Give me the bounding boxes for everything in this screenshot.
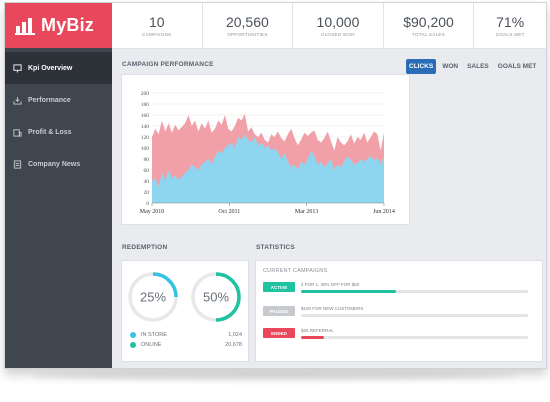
stat-closed-won: 10,000 CLOSED WON	[293, 3, 384, 48]
stat-goals-met: 71% GOALS MET	[474, 3, 546, 48]
stat-value: 20,560	[225, 14, 269, 30]
tab-goals-met[interactable]: GOALS MET	[495, 59, 540, 74]
x-tick-label: Mar 2013	[295, 209, 319, 215]
y-tick-label: 140	[141, 124, 150, 130]
progress-fill	[301, 336, 324, 339]
campaign-row-active[interactable]: ACTIVE 2 FOR 1, 30% OFF FOR $50	[263, 282, 528, 293]
stat-value: $90,200	[403, 14, 454, 30]
tab-sales[interactable]: SALES	[464, 59, 492, 74]
progress-track	[301, 336, 528, 339]
redemption-panel: 25% 50% IN STORE 1,024 ONLINE 20,678	[121, 260, 249, 362]
y-tick-label: 160	[141, 113, 150, 119]
legend-label: ONLINE	[141, 342, 162, 348]
status-badge: ACTIVE	[263, 282, 295, 292]
brand-name: MyBiz	[41, 15, 95, 35]
kpi-stats-bar: 10 CAMPAIGNS 20,560 OPPORTUNITIES 10,000…	[112, 3, 546, 49]
stat-value: 10	[149, 14, 165, 30]
campaign-row-ended[interactable]: ENDED $25 REFERRAL	[263, 328, 528, 339]
campaign-name: $25 REFERRAL	[301, 328, 334, 333]
campaign-row-paused[interactable]: PAUSED $100 FOR NEW CUSTOMERS	[263, 306, 528, 317]
bar-chart-logo-icon	[15, 17, 35, 35]
legend-in-store: IN STORE 1,024	[130, 332, 242, 338]
x-tick-label: May 2010	[140, 209, 165, 215]
status-badge: PAUSED	[263, 306, 295, 316]
frame-shadow	[30, 372, 520, 380]
status-badge: ENDED	[263, 328, 295, 338]
legend-dot	[130, 342, 136, 348]
building-icon	[13, 128, 22, 137]
stat-label: CLOSED WON	[321, 32, 355, 37]
statistics-title: STATISTICS	[256, 244, 295, 251]
progress-track	[301, 290, 528, 293]
tab-clicks[interactable]: CLICKS	[406, 59, 437, 74]
current-campaigns-subtitle: CURRENT CAMPAIGNS	[263, 268, 328, 274]
stat-total-sales: $90,200 TOTAL SALES	[384, 3, 475, 48]
progress-fill	[301, 290, 397, 293]
sidebar-item-label: Company News	[28, 160, 81, 168]
campaign-name: 2 FOR 1, 30% OFF FOR $50	[301, 282, 360, 287]
legend-value: 20,678	[225, 342, 242, 348]
y-tick-label: 200	[141, 91, 150, 97]
sidebar-item-label: Kpi Overview	[28, 64, 73, 72]
chart-metric-tabs: CLICKS WON SALES GOALS MET	[406, 59, 539, 74]
stat-label: CAMPAIGNS	[142, 32, 172, 37]
sidebar-item-label: Performance	[28, 96, 71, 104]
download-tray-icon	[13, 96, 22, 105]
x-tick-label: Jun 2014	[373, 209, 395, 215]
campaign-performance-chart-panel: 0 20 40 60 80 100 120 140 160 180 200 May 2010 Oct 2…	[121, 74, 410, 225]
y-tick-label: 60	[144, 168, 150, 174]
stat-label: GOALS MET	[495, 32, 525, 37]
statistics-panel: CURRENT CAMPAIGNS ACTIVE 2 FOR 1, 30% OF…	[255, 260, 543, 362]
app-window: MyBiz Kpi Overview Performance Profit & …	[4, 2, 547, 369]
stat-value: 10,000	[316, 14, 360, 30]
y-tick-label: 0	[146, 201, 149, 207]
stat-campaigns: 10 CAMPAIGNS	[112, 3, 203, 48]
brand[interactable]: MyBiz	[5, 3, 112, 48]
y-tick-label: 80	[144, 157, 150, 163]
campaign-performance-title: CAMPAIGN PERFORMANCE	[122, 61, 214, 68]
sidebar: MyBiz Kpi Overview Performance Profit & …	[5, 3, 112, 368]
sidebar-item-profit-loss[interactable]: Profit & Loss	[5, 116, 112, 148]
legend-label: IN STORE	[141, 332, 167, 338]
campaign-name: $100 FOR NEW CUSTOMERS	[301, 306, 364, 311]
legend-dot	[130, 332, 136, 338]
sidebar-item-performance[interactable]: Performance	[5, 84, 112, 116]
stat-value: 71%	[496, 14, 525, 30]
document-icon	[13, 159, 22, 169]
sidebar-item-kpi-overview[interactable]: Kpi Overview	[5, 52, 112, 84]
online-gauge: 50%	[191, 272, 241, 322]
stat-label: OPPORTUNITIES	[227, 32, 268, 37]
stat-opportunities: 20,560 OPPORTUNITIES	[203, 3, 294, 48]
campaign-performance-chart: 0 20 40 60 80 100 120 140 160 180 200 May 2010 Oct 2…	[140, 91, 395, 215]
gauge-value: 25%	[140, 290, 166, 305]
in-store-gauge: 25%	[128, 272, 178, 322]
gauge-value: 50%	[203, 290, 229, 305]
tab-won[interactable]: WON	[439, 59, 461, 74]
legend-value: 1,024	[228, 332, 242, 338]
legend-online: ONLINE 20,678	[130, 342, 242, 348]
y-tick-label: 180	[141, 102, 150, 108]
presentation-icon	[13, 63, 22, 73]
redemption-title: REDEMPTION	[122, 244, 168, 251]
x-tick-label: Oct 2011	[218, 209, 240, 215]
sidebar-item-company-news[interactable]: Company News	[5, 148, 112, 180]
y-tick-label: 20	[144, 190, 150, 196]
stat-label: TOTAL SALES	[412, 32, 446, 37]
y-tick-label: 120	[141, 135, 150, 141]
sidebar-item-label: Profit & Loss	[28, 128, 72, 136]
y-tick-label: 40	[144, 179, 150, 185]
y-tick-label: 100	[141, 146, 150, 152]
progress-track	[301, 314, 528, 317]
